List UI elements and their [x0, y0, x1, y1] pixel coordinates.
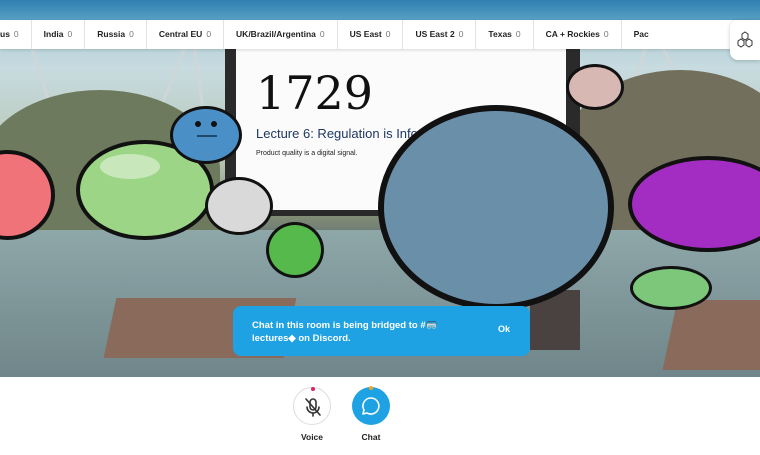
discord-bridge-toast: Chat in this room is being bridged to #🥽… [233, 306, 530, 356]
region-count: 0 [458, 29, 464, 39]
region-name: US East [349, 29, 382, 39]
hexagons-icon [737, 31, 753, 48]
toast-ok-button[interactable]: Ok [498, 324, 510, 334]
toast-message: Chat in this room is being bridged to #🥽… [252, 320, 438, 344]
region-count: 0 [515, 29, 521, 39]
region-name: Pac [633, 29, 649, 39]
avatar-gray[interactable] [205, 177, 273, 235]
region-count: 0 [206, 29, 212, 39]
voice-control: Voice [291, 387, 333, 442]
region-settings-button[interactable] [730, 20, 760, 60]
avatar-rose[interactable] [566, 64, 624, 110]
chat-control: Chat [350, 386, 392, 442]
region-tab-india[interactable]: India 0 [32, 20, 86, 49]
region-name: Texas [488, 29, 512, 39]
chat-status-dot [369, 386, 373, 390]
region-tab-central-eu[interactable]: Central EU 0 [147, 20, 225, 49]
avatar-blue-face[interactable] [170, 106, 242, 164]
slide-subtitle: Product quality is a digital signal. [256, 150, 358, 157]
slide-number: 1729 [256, 66, 374, 120]
mic-muted-icon [305, 398, 321, 417]
avatar-small-green[interactable] [266, 222, 324, 278]
chat-bubble-icon [362, 397, 380, 415]
region-count: 0 [13, 29, 19, 39]
region-name: us [0, 29, 10, 39]
region-tab-0[interactable]: us 0 [0, 20, 32, 49]
sky [0, 0, 760, 22]
region-bar: us 0 India 0 Russia 0 Central EU 0 UK/Brazil… [0, 20, 760, 49]
rock-platform [662, 300, 760, 370]
chat-label: Chat [361, 432, 381, 442]
region-name: Central EU [158, 29, 203, 39]
region-tab-ca-rockies[interactable]: CA + Rockies 0 [534, 20, 622, 49]
region-name: US East 2 [415, 29, 455, 39]
chat-button[interactable] [352, 386, 390, 425]
region-tab-uk-brazil-argentina[interactable]: UK/Brazil/Argentina 0 [224, 20, 338, 49]
region-tab-us-east[interactable]: US East 0 [338, 20, 404, 49]
region-name: UK/Brazil/Argentina [236, 29, 316, 39]
region-count: 0 [603, 29, 609, 39]
region-name: CA + Rockies [545, 29, 600, 39]
region-tab-russia[interactable]: Russia 0 [85, 20, 147, 49]
region-count: 0 [319, 29, 325, 39]
region-name: Russia [97, 29, 126, 39]
region-tab-us-east-2[interactable]: US East 20 [403, 20, 477, 49]
region-tab-texas[interactable]: Texas 0 [476, 20, 534, 49]
bottom-toolbar: Voice Chat [0, 377, 760, 455]
region-count: 0 [67, 29, 73, 39]
region-tab-pac[interactable]: Pac [622, 20, 665, 49]
region-count: 0 [129, 29, 134, 39]
voice-label: Voice [300, 432, 324, 442]
avatar-large-blue[interactable] [378, 105, 614, 310]
avatar-light-green[interactable] [630, 266, 712, 310]
slide-title: Lecture 6: Regulation is Infor [256, 126, 423, 141]
voice-status-dot [311, 387, 315, 391]
voice-button[interactable] [293, 387, 331, 425]
region-count: 0 [385, 29, 391, 39]
region-name: India [43, 29, 64, 39]
